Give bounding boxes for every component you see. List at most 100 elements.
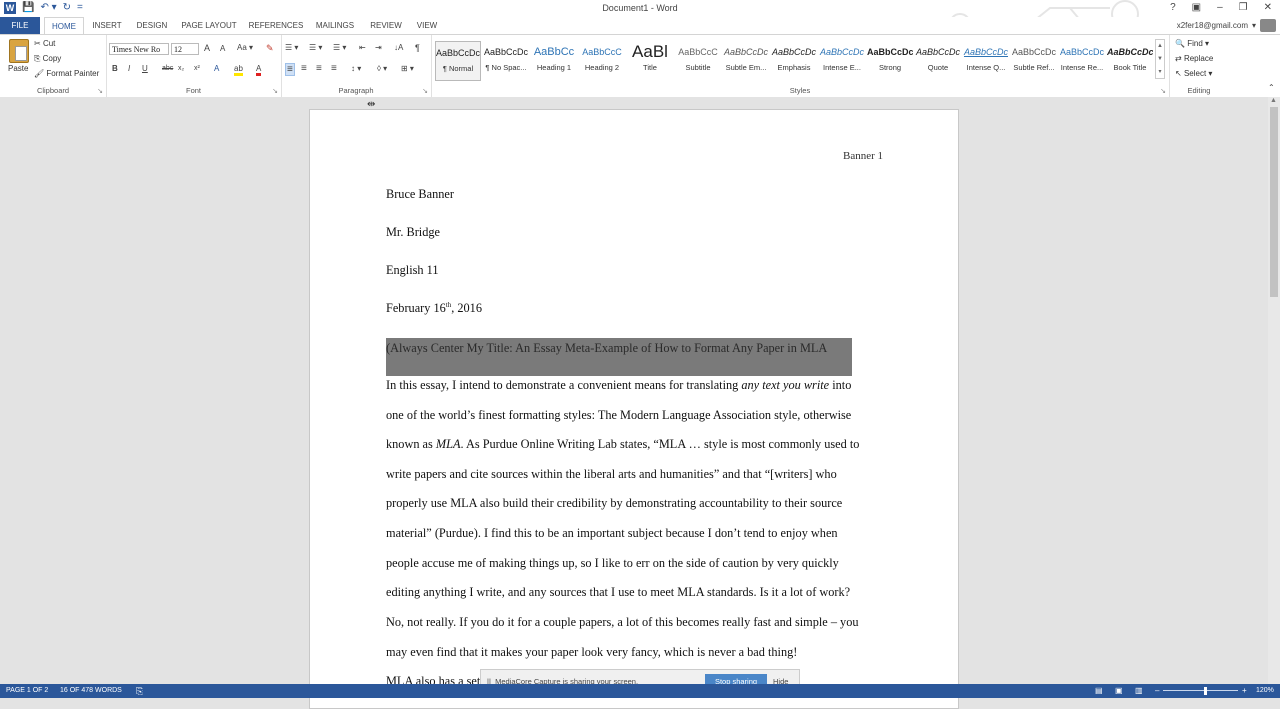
- sort-button[interactable]: ↓A: [394, 43, 403, 52]
- strikethrough-button[interactable]: abc: [162, 65, 173, 72]
- justify-button[interactable]: ≡: [331, 63, 337, 74]
- find-button[interactable]: 🔍 Find ▾: [1175, 39, 1209, 48]
- account-area[interactable]: x2fer18@gmail.com ▾: [1177, 19, 1276, 32]
- cut-button[interactable]: ✂ Cut: [34, 39, 55, 48]
- select-button[interactable]: ↖ Select ▾: [1175, 69, 1212, 78]
- style-title[interactable]: AaBl Title: [627, 41, 673, 81]
- body-line[interactable]: properly use MLA also build their credib…: [386, 496, 842, 511]
- paste-icon[interactable]: [9, 39, 29, 63]
- tab-references[interactable]: REFERENCES: [248, 17, 304, 34]
- body-line[interactable]: material” (Purdue). I find this to be an…: [386, 526, 838, 541]
- bullets-button[interactable]: ☰ ▾: [285, 43, 298, 52]
- print-layout-icon[interactable]: ▣: [1115, 684, 1123, 698]
- account-email[interactable]: x2fer18@gmail.com: [1177, 21, 1248, 30]
- date-line[interactable]: February 16th, 2016: [386, 301, 482, 316]
- style-intense-reference[interactable]: AaBbCcDc Intense Re...: [1059, 41, 1105, 81]
- tab-insert[interactable]: INSERT: [88, 17, 126, 34]
- format-painter-button[interactable]: 🖌 Format Painter: [34, 69, 99, 78]
- shrink-font-button[interactable]: A: [220, 44, 225, 53]
- account-caret-icon[interactable]: ▾: [1252, 21, 1256, 30]
- style-subtle-emphasis[interactable]: AaBbCcDc Subtle Em...: [723, 41, 769, 81]
- underline-button[interactable]: U: [142, 64, 148, 73]
- highlight-button[interactable]: ab: [234, 64, 243, 76]
- body-line[interactable]: may even find that it makes your paper l…: [386, 645, 797, 660]
- body-line[interactable]: No, not really. If you do it for a coupl…: [386, 615, 859, 630]
- ribbon-display-icon[interactable]: ▣: [1192, 2, 1201, 13]
- collapse-ribbon-icon[interactable]: ⌃: [1268, 83, 1275, 92]
- course-line[interactable]: English 11: [386, 263, 439, 278]
- web-layout-icon[interactable]: ▥: [1135, 684, 1143, 698]
- multilevel-list-button[interactable]: ☰ ▾: [333, 43, 346, 52]
- selected-title[interactable]: (Always Center My Title: An Essay Meta-E…: [386, 338, 852, 376]
- restore-icon[interactable]: ❐: [1239, 2, 1248, 13]
- borders-button[interactable]: ⊞ ▾: [401, 64, 414, 73]
- style-intense-quote[interactable]: AaBbCcDc Intense Q...: [963, 41, 1009, 81]
- style-intense-emphasis[interactable]: AaBbCcDc Intense E...: [819, 41, 865, 81]
- style-subtitle[interactable]: AaBbCcC Subtitle: [675, 41, 721, 81]
- minimize-icon[interactable]: –: [1217, 2, 1223, 13]
- show-formatting-button[interactable]: ¶: [415, 43, 420, 53]
- help-icon[interactable]: ?: [1170, 2, 1176, 13]
- page-count[interactable]: PAGE 1 OF 2: [6, 684, 48, 698]
- style-heading-2[interactable]: AaBbCcC Heading 2: [579, 41, 625, 81]
- replace-button[interactable]: ⇄ Replace: [1175, 54, 1213, 63]
- style-emphasis[interactable]: AaBbCcDc Emphasis: [771, 41, 817, 81]
- zoom-out-icon[interactable]: –: [1155, 684, 1159, 698]
- clipboard-launcher-icon[interactable]: ↘: [97, 87, 103, 95]
- body-line[interactable]: editing anything I write, and any source…: [386, 585, 850, 600]
- styles-launcher-icon[interactable]: ↘: [1160, 87, 1166, 95]
- word-count[interactable]: 16 OF 478 WORDS: [60, 684, 122, 698]
- scrollbar-thumb[interactable]: [1270, 107, 1278, 297]
- style-quote[interactable]: AaBbCcDc Quote: [915, 41, 961, 81]
- tab-design[interactable]: DESIGN: [132, 17, 172, 34]
- font-launcher-icon[interactable]: ↘: [272, 87, 278, 95]
- zoom-level[interactable]: 120%: [1256, 684, 1274, 698]
- zoom-slider-thumb[interactable]: [1204, 687, 1207, 695]
- scroll-up-icon[interactable]: ▲: [1270, 97, 1277, 104]
- style-no-spacing[interactable]: AaBbCcDc ¶ No Spac...: [483, 41, 529, 81]
- body-line[interactable]: people accuse me of making things up, so…: [386, 556, 839, 571]
- style-strong[interactable]: AaBbCcDc Strong: [867, 41, 913, 81]
- body-line[interactable]: In this essay, I intend to demonstrate a…: [386, 378, 851, 393]
- numbering-button[interactable]: ☰ ▾: [309, 43, 322, 52]
- tab-page-layout[interactable]: PAGE LAYOUT: [178, 17, 240, 34]
- shading-button[interactable]: ◊ ▾: [377, 64, 387, 73]
- decrease-indent-button[interactable]: ⇤: [359, 43, 366, 52]
- zoom-in-icon[interactable]: +: [1242, 684, 1247, 698]
- instructor-line[interactable]: Mr. Bridge: [386, 225, 440, 240]
- tab-file[interactable]: FILE: [0, 17, 40, 34]
- body-line[interactable]: write papers and cite sources within the…: [386, 467, 837, 482]
- body-line[interactable]: one of the world’s finest formatting sty…: [386, 408, 851, 423]
- proofing-icon[interactable]: ⎘: [136, 684, 143, 698]
- vertical-scrollbar[interactable]: ▲: [1268, 97, 1280, 684]
- paste-button[interactable]: Paste: [8, 64, 28, 73]
- avatar[interactable]: [1260, 19, 1276, 32]
- subscript-button[interactable]: x₂: [178, 65, 184, 72]
- copy-button[interactable]: ⎘ Copy: [34, 54, 61, 64]
- change-case-button[interactable]: Aa ▾: [237, 43, 253, 52]
- bold-button[interactable]: B: [112, 64, 118, 73]
- clear-formatting-button[interactable]: ✎: [266, 43, 274, 54]
- tab-home[interactable]: HOME: [44, 17, 84, 34]
- font-color-button[interactable]: A: [256, 64, 262, 76]
- font-size-combo[interactable]: 12: [171, 43, 199, 55]
- tab-mailings[interactable]: MAILINGS: [312, 17, 358, 34]
- line-spacing-button[interactable]: ↕ ▾: [351, 64, 361, 73]
- document-page[interactable]: Banner 1 Bruce Banner Mr. Bridge English…: [309, 109, 959, 709]
- style-subtle-reference[interactable]: AaBbCcDc Subtle Ref...: [1011, 41, 1057, 81]
- styles-gallery-scroll[interactable]: ▲ ▼ ▾: [1155, 39, 1165, 79]
- tab-review[interactable]: REVIEW: [366, 17, 406, 34]
- italic-button[interactable]: I: [128, 64, 130, 73]
- grow-font-button[interactable]: A: [204, 43, 210, 53]
- style-normal[interactable]: AaBbCcDc ¶ Normal: [435, 41, 481, 81]
- close-icon[interactable]: ✕: [1264, 2, 1272, 13]
- page-header[interactable]: Banner 1: [843, 150, 883, 162]
- author-line[interactable]: Bruce Banner: [386, 187, 454, 202]
- text-effects-button[interactable]: A: [214, 64, 219, 73]
- zoom-slider[interactable]: [1163, 690, 1238, 691]
- body-line[interactable]: known as MLA. As Purdue Online Writing L…: [386, 437, 859, 452]
- tab-view[interactable]: VIEW: [412, 17, 442, 34]
- superscript-button[interactable]: x²: [194, 65, 200, 72]
- read-mode-icon[interactable]: ▤: [1095, 684, 1103, 698]
- align-right-button[interactable]: ≡: [316, 63, 322, 74]
